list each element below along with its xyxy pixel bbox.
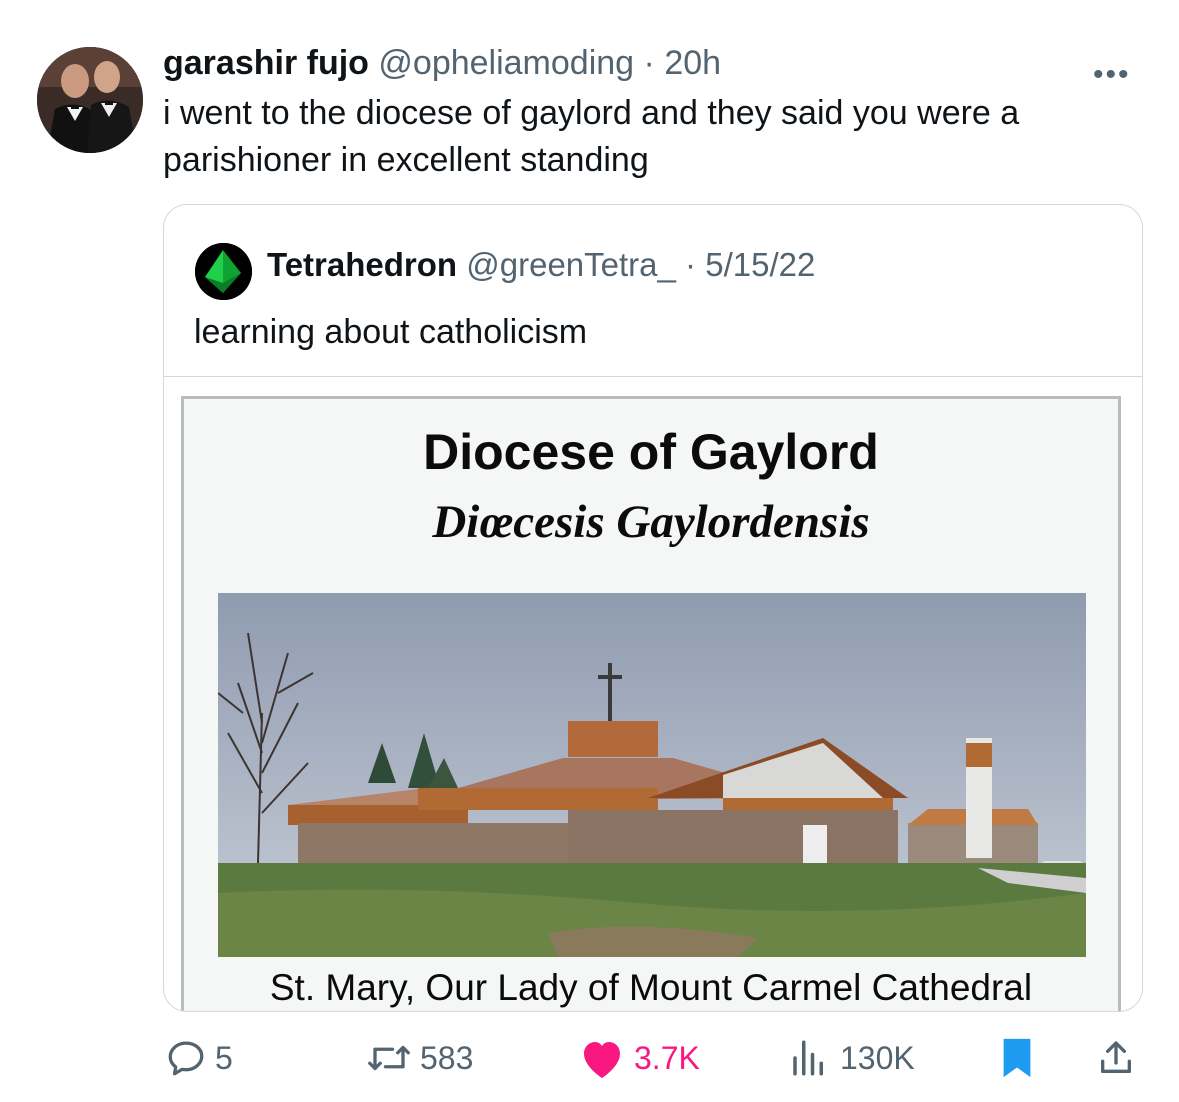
heart-icon (584, 1042, 620, 1078)
reply-button[interactable]: 5 (165, 1035, 233, 1081)
tweet-text: i went to the diocese of gaylord and the… (163, 94, 1020, 179)
media-caption: St. Mary, Our Lady of Mount Carmel Cathe… (269, 967, 1033, 1008)
quoted-media[interactable]: Diocese of Gaylord Diœcesis Gaylordensis (181, 396, 1121, 1011)
header-separator: · (643, 44, 655, 82)
avatar-photo (37, 47, 143, 153)
tweet-time[interactable]: 20h (664, 44, 721, 82)
retweet-count: 583 (420, 1040, 474, 1076)
author-handle[interactable]: @opheliamoding (378, 44, 634, 82)
retweet-button[interactable]: 583 (366, 1035, 473, 1081)
views-count: 130K (840, 1040, 915, 1076)
quoted-author-avatar[interactable] (195, 243, 252, 300)
media-subtitle: Diœcesis Gaylordensis (432, 496, 870, 548)
media-title: Diocese of Gaylord (423, 424, 879, 480)
reply-count: 5 (215, 1040, 233, 1076)
author-name[interactable]: garashir fujo (163, 44, 369, 82)
quoted-author-name[interactable]: Tetrahedron (267, 246, 457, 283)
retweet-icon (368, 1045, 410, 1071)
quoted-tweet-card[interactable]: Tetrahedron @greenTetra_ · 5/15/22 learn… (163, 204, 1143, 1012)
quoted-date[interactable]: 5/15/22 (705, 246, 815, 283)
bookmark-button[interactable] (999, 1035, 1035, 1081)
cathedral-photo (218, 593, 1086, 957)
views-chart-icon (793, 1040, 823, 1076)
more-options-icon[interactable]: ••• (1093, 58, 1131, 92)
tetrahedron-icon (195, 243, 252, 300)
tweet-header: garashir fujo @opheliamoding · 20h (163, 42, 721, 84)
quoted-divider (164, 376, 1142, 377)
share-button[interactable] (1096, 1035, 1136, 1081)
quoted-text: learning about catholicism (194, 313, 588, 351)
reply-icon (168, 1041, 204, 1076)
bookmark-icon (1003, 1038, 1031, 1078)
views-button[interactable]: 130K (786, 1035, 915, 1081)
like-button[interactable]: 3.7K (578, 1035, 700, 1081)
quoted-header: Tetrahedron @greenTetra_ · 5/15/22 (267, 243, 815, 287)
like-count: 3.7K (634, 1040, 700, 1076)
author-avatar[interactable] (37, 47, 143, 153)
quoted-separator: · (685, 246, 697, 283)
share-icon (1101, 1041, 1131, 1073)
quoted-author-handle[interactable]: @greenTetra_ (466, 246, 676, 283)
